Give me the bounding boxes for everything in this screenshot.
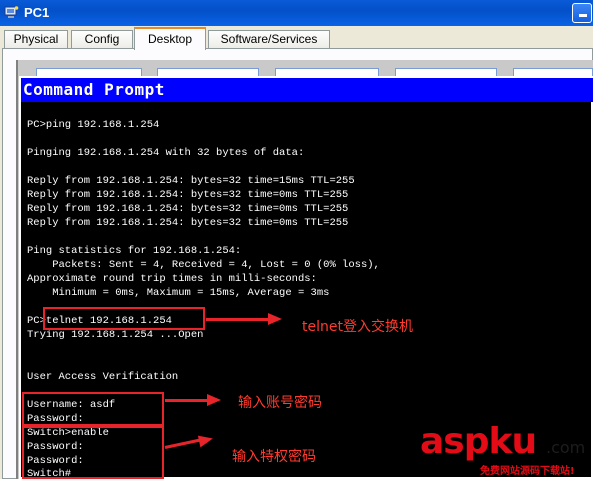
tab-desktop[interactable]: Desktop (134, 27, 206, 50)
tab-config[interactable]: Config (71, 30, 133, 49)
terminal-line: Trying 192.168.1.254 ...Open (27, 329, 204, 341)
terminal-line: Pinging 192.168.1.254 with 32 bytes of d… (27, 147, 305, 159)
arrow-head-icon (268, 313, 282, 325)
terminal-line: Reply from 192.168.1.254: bytes=32 time=… (27, 189, 349, 201)
tab-physical[interactable]: Physical (4, 30, 68, 49)
pc-app-icon (4, 6, 19, 18)
terminal-line: Packets: Sent = 4, Received = 4, Lost = … (27, 259, 380, 271)
command-prompt-title: Command Prompt (21, 78, 593, 102)
annotation-telnet: telnet登入交换机 (302, 319, 413, 335)
terminal-line: Reply from 192.168.1.254: bytes=32 time=… (27, 175, 355, 187)
highlight-box-telnet (43, 307, 205, 330)
terminal-line: Reply from 192.168.1.254: bytes=32 time=… (27, 203, 349, 215)
terminal-line: User Access Verification (27, 371, 179, 383)
highlight-box-enable (22, 426, 164, 479)
window-title: PC1 (24, 5, 50, 20)
arrow-login (165, 399, 207, 402)
terminal-line: Minimum = 0ms, Maximum = 15ms, Average =… (27, 287, 330, 299)
site-watermark: aspku .com 免费网站源码下载站! (420, 420, 593, 479)
watermark-suffix: .com (546, 438, 586, 457)
terminal-line: Reply from 192.168.1.254: bytes=32 time=… (27, 217, 349, 229)
arrow-telnet (206, 318, 268, 321)
watermark-subtitle: 免费网站源码下载站! (480, 466, 575, 477)
terminal-line: PC>ping 192.168.1.254 (27, 119, 160, 131)
watermark-logo: aspku (420, 421, 537, 462)
highlight-box-login (22, 392, 164, 426)
minimize-icon (579, 14, 587, 17)
tab-software-services[interactable]: Software/Services (208, 30, 330, 49)
terminal-line: Ping statistics for 192.168.1.254: (27, 245, 242, 257)
minimize-button[interactable] (572, 3, 592, 23)
annotation-enable: 输入特权密码 (232, 449, 316, 465)
tab-strip: Physical Config Desktop Software/Service… (0, 26, 593, 50)
terminal-line: Approximate round trip times in milli-se… (27, 273, 317, 285)
annotation-login: 输入账号密码 (238, 395, 322, 411)
arrow-head-icon (207, 394, 221, 406)
title-bar: PC1 (0, 0, 593, 26)
